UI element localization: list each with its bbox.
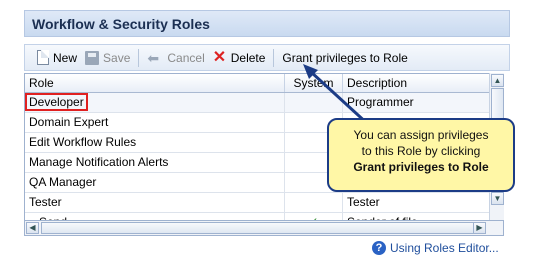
column-header-description[interactable]: Description [343, 74, 490, 92]
tooltip-callout: You can assign privileges to this Role b… [327, 118, 515, 192]
save-disk-icon [85, 50, 100, 65]
role-cell[interactable]: Domain Expert [25, 113, 285, 132]
new-button-label: New [53, 50, 78, 65]
help-question-icon: ? [372, 241, 386, 255]
description-cell[interactable]: Programmer [343, 93, 490, 112]
delete-button-label: Delete [230, 50, 266, 65]
grant-privileges-label: Grant privileges to Role [282, 50, 408, 65]
cancel-button-label: Cancel [167, 50, 205, 65]
delete-button[interactable]: ✕ Delete [209, 48, 270, 68]
grant-privileges-button[interactable]: Grant privileges to Role [278, 48, 411, 68]
table-row[interactable]: Tester Tester [25, 193, 503, 213]
column-header-role[interactable]: Role [25, 74, 285, 92]
description-cell[interactable]: Tester [343, 193, 490, 212]
callout-bold-text: Grant privileges to Role [329, 159, 513, 175]
toolbar-separator [273, 48, 275, 67]
toolbar: New Save ⬅ Cancel ✕ Delete Grant privile… [24, 44, 510, 71]
save-button[interactable]: Save [81, 48, 134, 68]
horizontal-scroll-thumb[interactable] [41, 222, 481, 234]
role-cell[interactable]: QA Manager [25, 173, 285, 192]
scroll-up-icon[interactable]: ▲ [491, 74, 504, 87]
callout-line-2: to this Role by clicking [361, 144, 481, 158]
help-link-label[interactable]: Using Roles Editor... [390, 241, 499, 255]
horizontal-scrollbar[interactable]: ◀ ▶ [24, 220, 504, 236]
undo-arrow-icon: ⬅ [147, 49, 160, 66]
scroll-left-icon[interactable]: ◀ [26, 222, 39, 234]
role-cell[interactable]: Edit Workflow Rules [25, 133, 285, 152]
cancel-button[interactable]: ⬅ Cancel [143, 48, 208, 68]
new-button[interactable]: New [33, 48, 81, 68]
scroll-right-icon[interactable]: ▶ [473, 222, 486, 234]
callout-line-1: You can assign privileges [353, 128, 489, 142]
column-header-system[interactable]: System [285, 74, 343, 92]
role-cell[interactable]: Tester [25, 193, 285, 212]
help-link[interactable]: ? Using Roles Editor... [372, 241, 499, 255]
grid-header: Role System Description [25, 74, 503, 93]
role-cell[interactable]: Manage Notification Alerts [25, 153, 285, 172]
table-row[interactable]: Developer Programmer [25, 93, 503, 113]
callout-bold-label: Grant privileges to Role [353, 160, 489, 174]
role-cell[interactable]: Developer [25, 93, 285, 112]
toolbar-separator [138, 48, 140, 67]
panel-title: Workflow & Security Roles [24, 10, 510, 37]
scroll-down-icon[interactable]: ▼ [491, 192, 504, 205]
system-cell[interactable] [285, 93, 343, 112]
system-cell[interactable] [285, 193, 343, 212]
role-name: Developer [25, 93, 88, 111]
delete-x-icon: ✕ [212, 48, 227, 66]
new-document-icon [37, 50, 49, 65]
save-button-label: Save [103, 50, 131, 65]
